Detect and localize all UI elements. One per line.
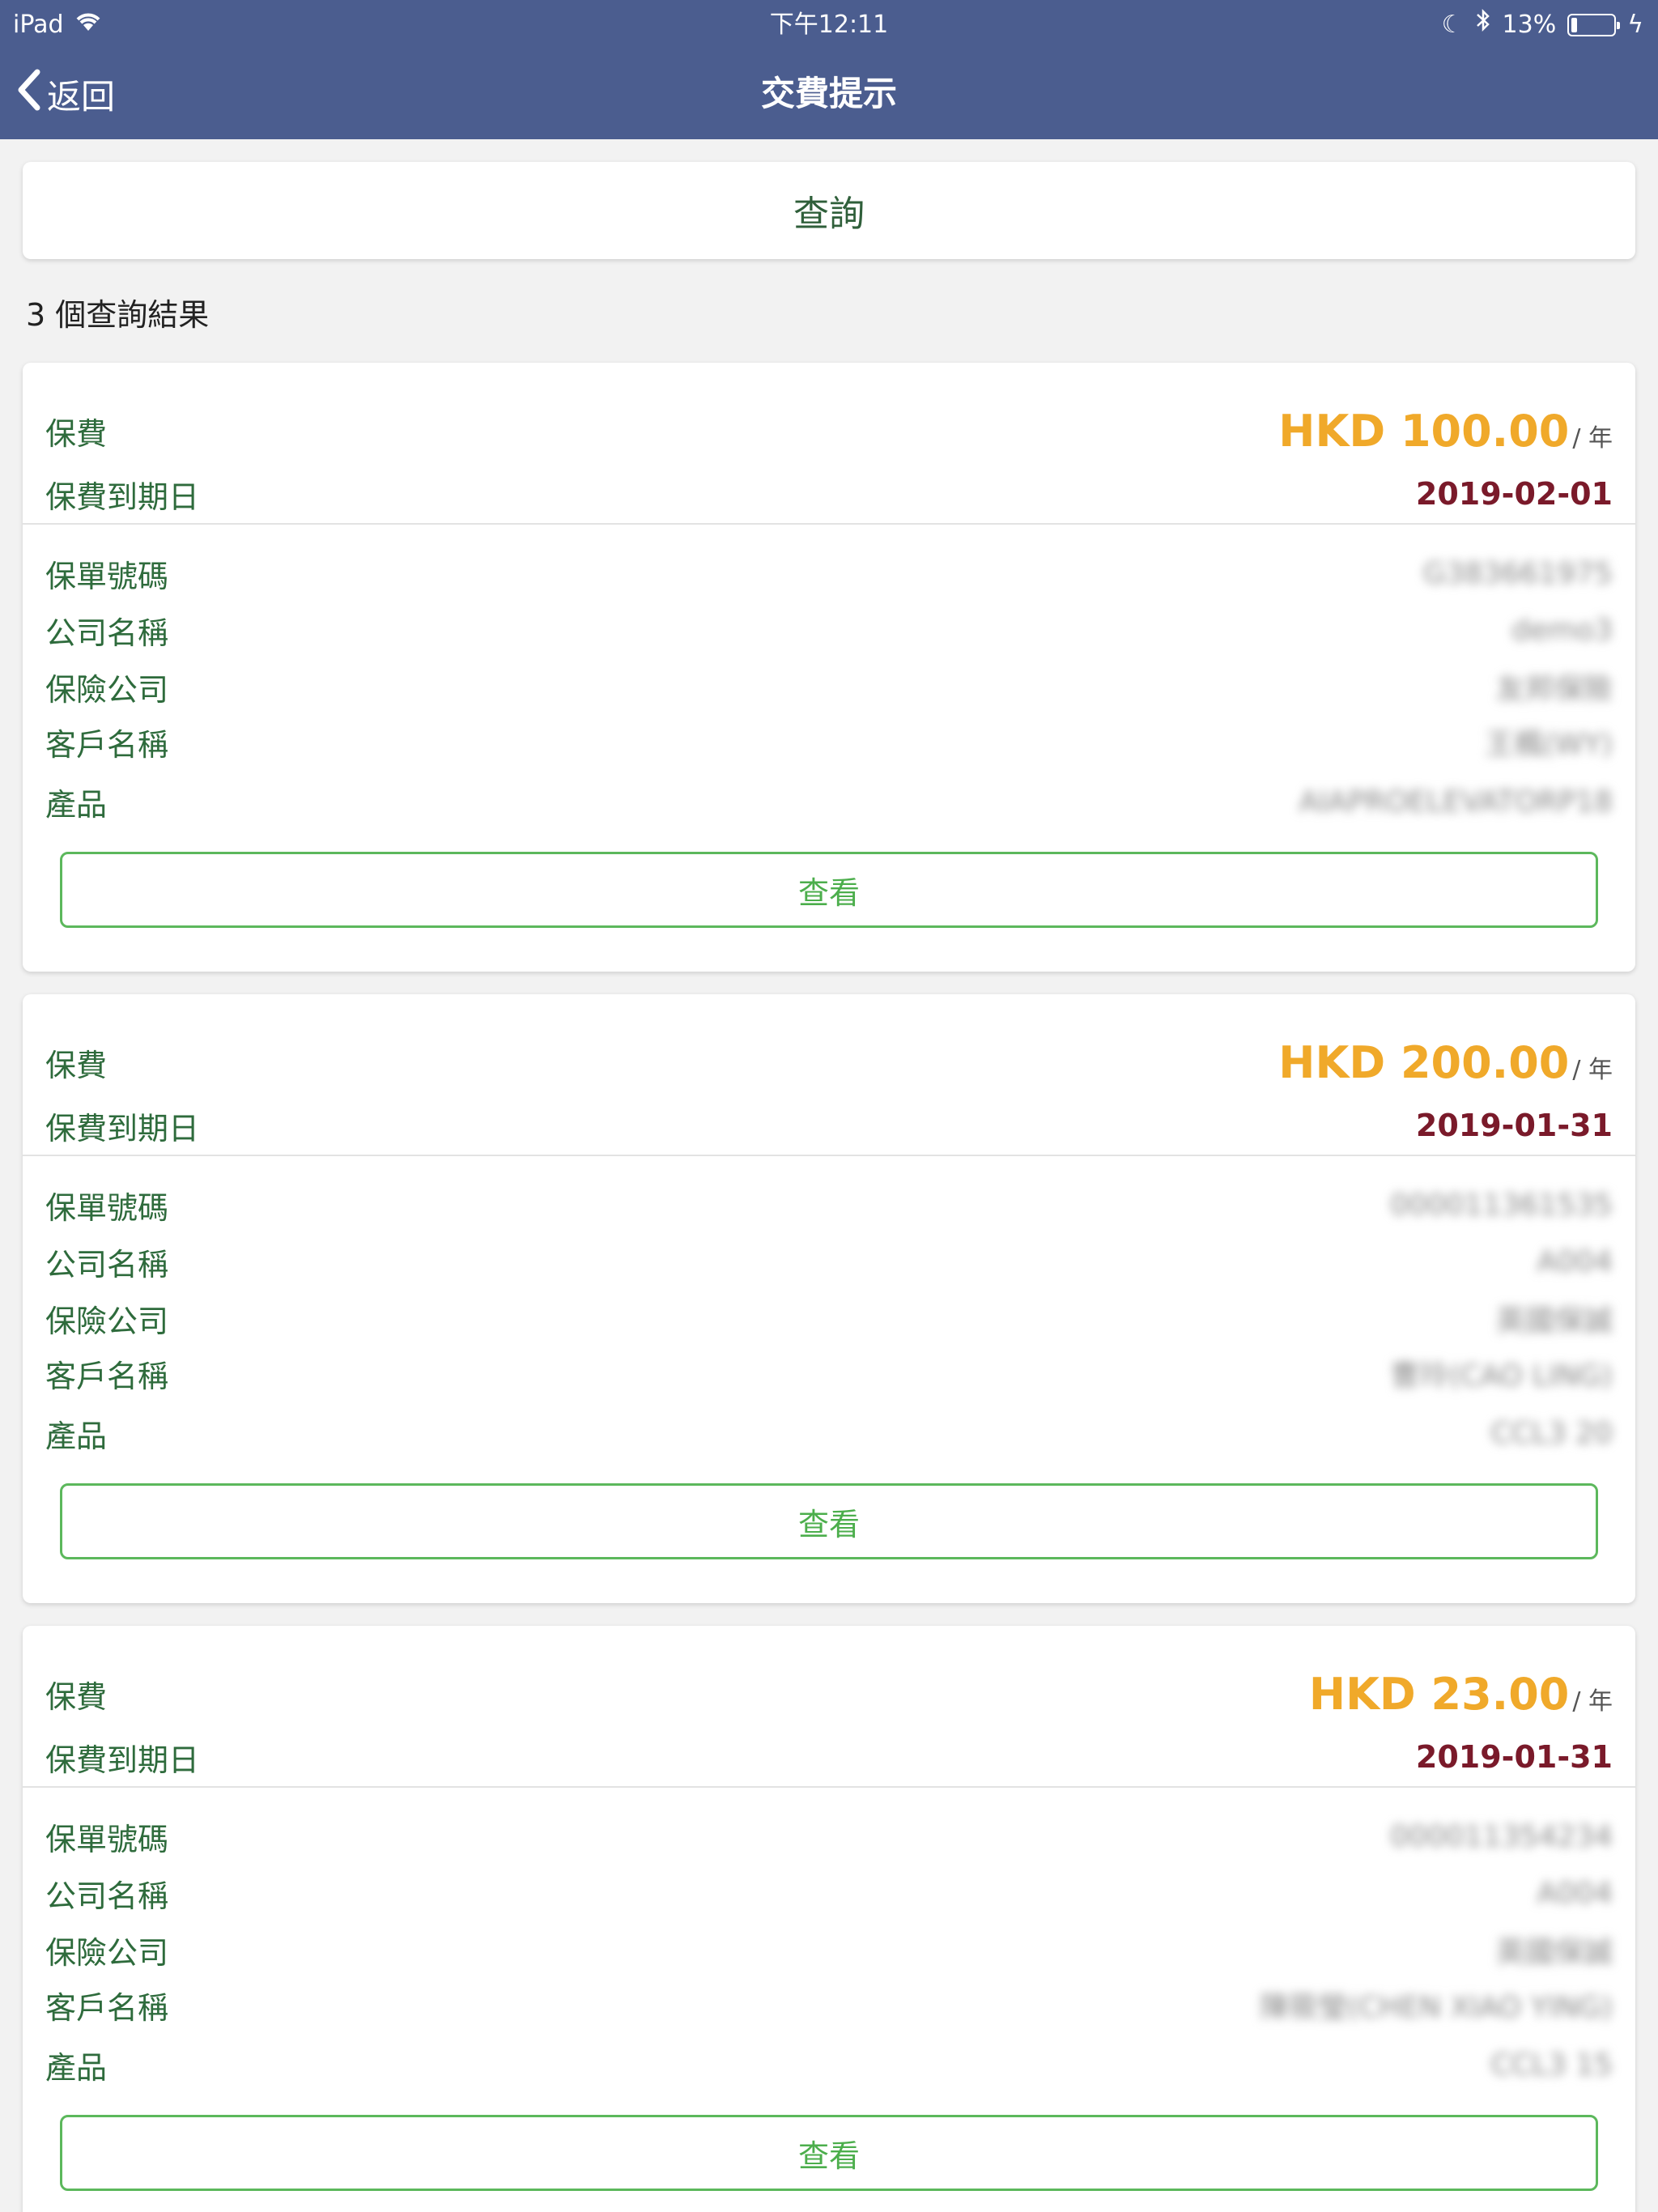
company-value: A004 [1537, 1876, 1613, 1910]
navigation-bar: iPad 下午12:11 ☾ 13% ϟ 返回 交費提示 [0, 0, 1658, 139]
customer-label: 客戶名稱 [45, 1989, 169, 2026]
product-value: CCL3 20 [1490, 1416, 1613, 1450]
premium-amount: HKD 200.00 / 年 [1278, 1037, 1613, 1088]
battery-icon [1567, 14, 1621, 36]
company-value: A004 [1537, 1244, 1613, 1278]
customer-label: 客戶名稱 [45, 726, 169, 763]
divider [23, 1786, 1635, 1788]
premium-unit: / 年 [1572, 423, 1613, 453]
policy-card: 保費 HKD 200.00 / 年 保費到期日 2019-01-31 保單號碼 … [23, 994, 1635, 1603]
company-label: 公司名稱 [45, 1246, 169, 1283]
insurer-value: 友邦保險 [1495, 673, 1613, 706]
moon-icon: ☾ [1441, 11, 1464, 39]
policy-no-label: 保單號碼 [45, 1821, 169, 1857]
premium-amount: HKD 23.00 / 年 [1309, 1669, 1613, 1720]
premium-label: 保費 [45, 1678, 108, 1715]
premium-value: HKD 23.00 [1308, 1668, 1570, 1720]
policy-no-value: 000011361535 [1390, 1188, 1613, 1222]
company-label: 公司名稱 [45, 615, 169, 651]
result-count: 3 個查詢結果 [26, 297, 210, 333]
view-button[interactable]: 查看 [60, 852, 1598, 928]
premium-unit: / 年 [1572, 1687, 1613, 1716]
divider [23, 523, 1635, 525]
view-button[interactable]: 查看 [60, 2115, 1598, 2191]
premium-value: HKD 200.00 [1278, 1036, 1570, 1088]
insurer-label: 保險公司 [45, 1303, 169, 1339]
company-label: 公司名稱 [45, 1878, 169, 1914]
customer-value: 陳筱瑩(CHEN XIAO YING) [1260, 1991, 1613, 2024]
product-value: AIAPROELEVATORP18 [1299, 785, 1613, 819]
product-label: 產品 [45, 786, 108, 823]
divider [23, 1155, 1635, 1156]
due-date-value: 2019-02-01 [1415, 476, 1613, 512]
bluetooth-icon [1475, 5, 1491, 45]
product-value: CCL3 15 [1490, 2048, 1613, 2082]
status-right: ☾ 13% ϟ [1442, 5, 1643, 45]
insurer-value: 英國保誠 [1495, 1936, 1613, 1969]
policy-card: 保費 HKD 23.00 / 年 保費到期日 2019-01-31 保單號碼 0… [23, 1626, 1635, 2212]
policy-no-value: 000011354234 [1390, 1819, 1613, 1853]
premium-unit: / 年 [1572, 1055, 1613, 1084]
insurer-label: 保險公司 [45, 671, 169, 708]
customer-value: 王楓(WY) [1485, 728, 1613, 761]
due-date-label: 保費到期日 [45, 1110, 200, 1146]
premium-amount: HKD 100.00 / 年 [1278, 406, 1613, 457]
status-time: 下午12:11 [769, 11, 889, 39]
battery-fill [1571, 18, 1578, 32]
view-button[interactable]: 查看 [60, 1483, 1598, 1559]
policy-card: 保費 HKD 100.00 / 年 保費到期日 2019-02-01 保單號碼 … [23, 363, 1635, 972]
page-title: 交費提示 [760, 74, 897, 113]
policy-no-label: 保單號碼 [45, 558, 169, 594]
due-date-label: 保費到期日 [45, 1742, 200, 1778]
battery-percentage: 13% [1502, 11, 1557, 39]
product-label: 產品 [45, 1418, 108, 1454]
premium-label: 保費 [45, 1047, 108, 1083]
insurer-value: 英國保誠 [1495, 1304, 1613, 1338]
search-button[interactable]: 查詢 [23, 162, 1635, 259]
product-label: 產品 [45, 2049, 108, 2086]
due-date-value: 2019-01-31 [1415, 1108, 1613, 1143]
company-value: demo3 [1511, 613, 1613, 647]
due-date-label: 保費到期日 [45, 479, 200, 515]
premium-value: HKD 100.00 [1278, 405, 1570, 457]
premium-label: 保費 [45, 415, 108, 452]
customer-value: 曹玲(CAO LING) [1390, 1359, 1613, 1393]
customer-label: 客戶名稱 [45, 1358, 169, 1394]
charging-icon: ϟ [1627, 11, 1643, 39]
policy-no-label: 保單號碼 [45, 1189, 169, 1226]
policy-no-value: G383661975 [1422, 556, 1613, 590]
due-date-value: 2019-01-31 [1415, 1739, 1613, 1775]
insurer-label: 保險公司 [45, 1934, 169, 1971]
